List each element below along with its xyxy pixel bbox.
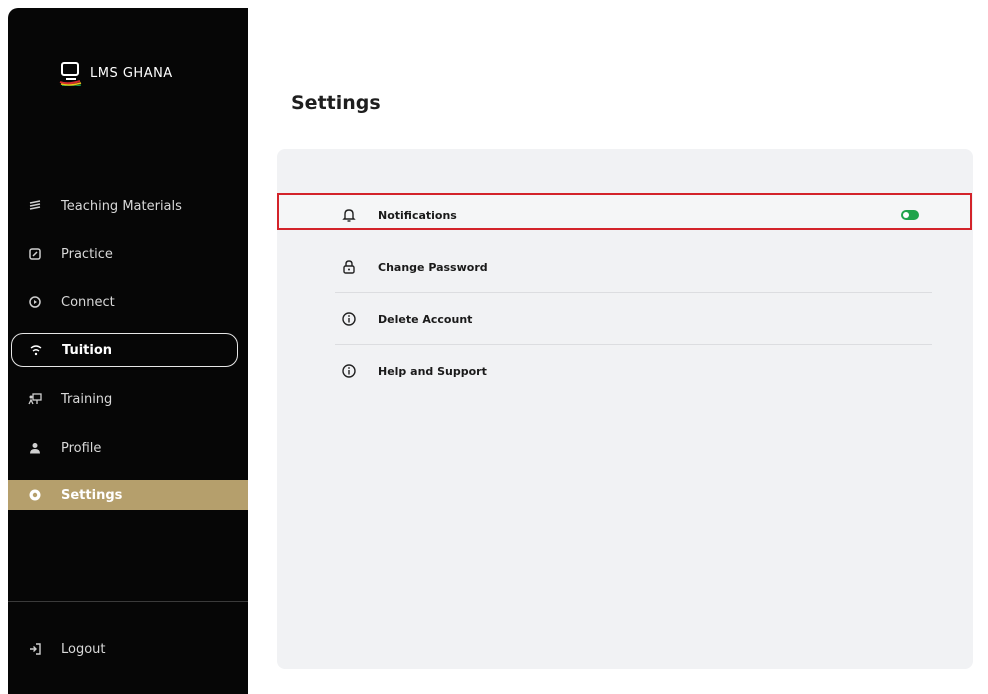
layers-icon bbox=[28, 199, 42, 213]
settings-row-notifications[interactable]: Notifications bbox=[277, 189, 973, 241]
sidebar-item-label: Settings bbox=[61, 487, 123, 503]
sidebar-item-label: Practice bbox=[61, 246, 113, 262]
settings-row-label: Help and Support bbox=[378, 364, 487, 378]
info-icon bbox=[341, 311, 357, 327]
lock-icon bbox=[341, 259, 357, 275]
sidebar-divider bbox=[8, 601, 248, 602]
sidebar-item-label: Training bbox=[61, 391, 113, 407]
app-window: LMS GHANA Teaching Materials Practice Co… bbox=[0, 0, 988, 694]
edit-icon bbox=[28, 247, 42, 261]
sidebar-item-teaching-materials[interactable]: Teaching Materials bbox=[8, 191, 248, 221]
sidebar-item-label: Tuition bbox=[62, 342, 113, 358]
monitor-logo-icon bbox=[58, 60, 84, 88]
settings-row-delete-account[interactable]: Delete Account bbox=[277, 293, 973, 345]
sidebar-item-label: Profile bbox=[61, 440, 102, 456]
settings-row-label: Change Password bbox=[378, 260, 488, 274]
sidebar-item-label: Connect bbox=[61, 294, 115, 310]
sidebar-item-training[interactable]: Training bbox=[8, 384, 248, 414]
sidebar-item-practice[interactable]: Practice bbox=[8, 239, 248, 269]
brand-logo[interactable]: LMS GHANA bbox=[58, 60, 173, 88]
sidebar-item-connect[interactable]: Connect bbox=[8, 287, 248, 317]
toggle-knob bbox=[903, 212, 909, 218]
chat-icon bbox=[28, 295, 42, 309]
gear-icon bbox=[28, 488, 42, 502]
sidebar-item-label: Teaching Materials bbox=[61, 198, 182, 214]
notifications-toggle[interactable] bbox=[901, 210, 919, 220]
user-icon bbox=[28, 441, 42, 455]
bell-icon bbox=[341, 207, 357, 223]
sidebar-item-profile[interactable]: Profile bbox=[8, 433, 248, 463]
sidebar-item-settings[interactable]: Settings bbox=[8, 480, 248, 510]
brand-name: LMS GHANA bbox=[90, 65, 173, 81]
settings-row-change-password[interactable]: Change Password bbox=[277, 241, 973, 293]
info-icon bbox=[341, 363, 357, 379]
wifi-icon bbox=[29, 343, 43, 357]
logout-icon bbox=[28, 642, 42, 656]
logout-label: Logout bbox=[61, 641, 106, 657]
settings-row-help-and-support[interactable]: Help and Support bbox=[277, 345, 973, 397]
sidebar-item-tuition[interactable]: Tuition bbox=[11, 333, 238, 367]
logout-button[interactable]: Logout bbox=[8, 634, 248, 664]
presentation-icon bbox=[28, 392, 42, 406]
settings-row-label: Notifications bbox=[378, 208, 457, 222]
sidebar: LMS GHANA Teaching Materials Practice Co… bbox=[8, 8, 248, 694]
page-title: Settings bbox=[291, 92, 381, 114]
settings-row-label: Delete Account bbox=[378, 312, 473, 326]
